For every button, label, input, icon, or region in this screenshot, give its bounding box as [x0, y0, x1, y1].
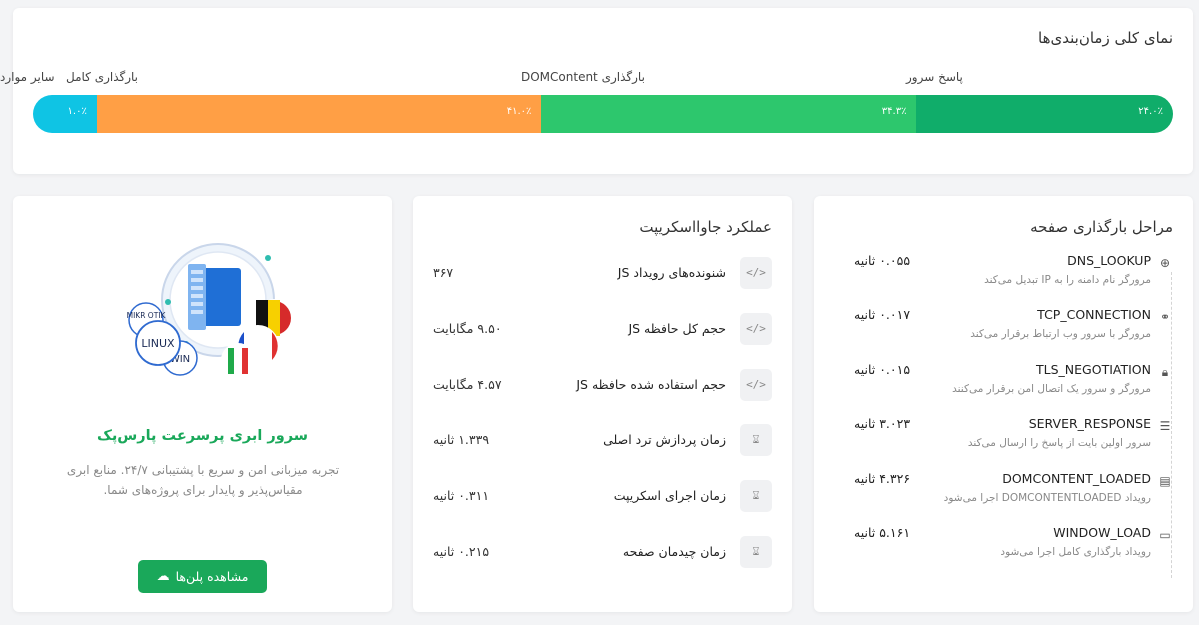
segment-label-full-load: بارگذاری کامل: [66, 70, 139, 84]
hourglass-icon: ⌛︎: [740, 424, 772, 457]
stage-row: ▭ WINDOW_LOAD رویداد بارگذاری کامل اجرا می…: [834, 524, 1173, 568]
hourglass-icon: ⌛︎: [740, 480, 772, 513]
timing-stacked-bar: ۱.۰٪ ۴۱.۰٪ ۳۴.۳٪ ۲۴.۰٪: [33, 95, 1173, 133]
js-metric-label: زمان اجرای اسکریپت: [613, 488, 726, 504]
js-metric-row: </> حجم استفاده شده حافظه JS ۴.۵۷ مگابایت: [433, 368, 772, 401]
stage-value: ۵.۱۶۱ ثانیه: [854, 525, 911, 540]
bar-segment-domcontent: ۳۴.۳٪: [541, 95, 917, 133]
stage-name: SERVER_RESPONSE: [1028, 416, 1151, 432]
stage-row: 🔒︎ TLS_NEGOTIATION مرورگر و سرور یک اتصال …: [834, 361, 1173, 405]
window-icon: ▭: [1159, 528, 1171, 542]
segment-label-server-response: پاسخ سرور: [906, 70, 963, 84]
js-metric-value: ۱.۳۳۹ ثانیه: [433, 432, 490, 448]
segment-label-other: سایر موارد: [0, 70, 55, 84]
stage-description: سرور اولین بایت از پاسخ را ارسال می‌کند: [967, 437, 1151, 450]
js-performance-card: عملکرد جاوااسکریپت </> شنونده‌های رویداد …: [413, 196, 792, 612]
bar-segment-percent: ۳۴.۳٪: [881, 106, 907, 117]
js-metric-label: زمان چیدمان صفحه: [622, 544, 726, 559]
bar-segment-server-response: ۲۴.۰٪: [916, 95, 1173, 133]
stage-row: ☰ SERVER_RESPONSE سرور اولین بایت از پاسخ …: [834, 415, 1173, 459]
bar-segment-full-load: ۴۱.۰٪: [96, 95, 542, 133]
js-metric-row: </> شنونده‌های رویداد JS ۳۶۷: [433, 257, 772, 289]
stage-description: رویداد DOMCONTENTLOADED اجرا می‌شود: [943, 491, 1151, 504]
bar-segment-percent: ۱.۰٪: [67, 106, 87, 117]
js-metric-row: </> حجم کل حافظه JS ۹.۵۰ مگابایت: [433, 312, 772, 345]
stage-description: مرورگر نام دامنه را به IP تبدیل می‌کند: [984, 274, 1151, 286]
stage-description: مرورگر و سرور یک اتصال امن برقرار می‌کنن…: [952, 382, 1151, 395]
timing-overview-title: نمای کلی زمان‌بندی‌ها: [1038, 29, 1173, 47]
js-metric-label: حجم استفاده شده حافظه JS: [576, 376, 726, 392]
lock-icon: 🔒︎: [1161, 364, 1169, 379]
stages-title: مراحل بارگذاری صفحه: [1030, 218, 1173, 236]
stage-value: ۰.۰۵۵ ثانیه: [854, 253, 911, 268]
mikrotik-label: MIKR OTIK: [127, 311, 167, 320]
js-metric-value: ۳۶۷: [433, 265, 454, 280]
stage-name: DNS_LOOKUP: [1067, 253, 1151, 268]
js-metric-value: ۰.۲۱۵ ثانیه: [433, 544, 490, 559]
js-metric-value: ۴.۵۷ مگابایت: [433, 376, 502, 392]
stage-row: ▤ DOMCONTENT_LOADED رویداد DOMCONTENTLOADE…: [834, 470, 1173, 514]
stage-name: TCP_CONNECTION: [1037, 307, 1151, 323]
promo-card: MIKR OTIK WIN LINUX سرور ابری پرسرعت پار…: [13, 196, 392, 612]
stage-value: ۳.۰۲۳ ثانیه: [854, 416, 911, 432]
js-metric-value: ۰.۳۱۱ ثانیه: [433, 488, 490, 504]
js-metric-label: حجم کل حافظه JS: [628, 320, 726, 336]
page-load-stages-card: مراحل بارگذاری صفحه ⊕ DNS_LOOKUP مرورگر نا…: [814, 196, 1193, 612]
stage-description: رویداد بارگذاری کامل اجرا می‌شود: [1000, 546, 1151, 558]
cloud-icon: ☁︎: [156, 569, 170, 584]
stage-name: TLS_NEGOTIATION: [1036, 361, 1151, 377]
globe-icon: ⊕: [1159, 256, 1171, 270]
code-icon: </>: [740, 368, 772, 401]
linux-label: LINUX: [141, 337, 175, 350]
stage-name: WINDOW_LOAD: [1053, 525, 1151, 540]
bar-segment-other: ۱.۰٪: [33, 95, 97, 133]
js-title: عملکرد جاوااسکریپت: [639, 218, 772, 236]
stage-name: DOMCONTENT_LOADED: [1002, 470, 1151, 486]
js-metric-row: ⌛︎ زمان چیدمان صفحه ۰.۲۱۵ ثانیه: [433, 536, 772, 568]
cloud-server-illustration: MIKR OTIK WIN LINUX: [127, 243, 293, 377]
js-metric-value: ۹.۵۰ مگابایت: [433, 320, 502, 336]
hourglass-icon: ⌛︎: [740, 536, 772, 568]
code-icon: </>: [740, 257, 772, 289]
bar-segment-percent: ۲۴.۰٪: [1138, 106, 1163, 117]
stage-row: ⊕ DNS_LOOKUP مرورگر نام دامنه را به IP تبد…: [834, 252, 1173, 296]
stage-value: ۰.۰۱۵ ثانیه: [854, 361, 911, 377]
code-icon: </>: [740, 312, 772, 345]
stage-value: ۴.۳۲۶ ثانیه: [854, 470, 911, 486]
document-icon: ▤: [1159, 473, 1171, 488]
js-metric-row: ⌛︎ زمان پردازش ترد اصلی ۱.۳۳۹ ثانیه: [433, 424, 772, 457]
js-metric-label: زمان پردازش ترد اصلی: [603, 432, 726, 448]
link-icon: ⚭: [1159, 310, 1171, 325]
timing-overview-card: نمای کلی زمان‌بندی‌ها سایر موارد بارگذار…: [0, 8, 1193, 174]
stage-description: مرورگر با سرور وب ارتباط برقرار می‌کند: [970, 328, 1151, 341]
bar-segment-percent: ۴۱.۰٪: [506, 106, 532, 117]
js-metric-label: شنونده‌های رویداد JS: [617, 265, 726, 280]
promo-description: تجربه میزبانی امن و سریع با پشتیبانی ۲۴/…: [66, 463, 340, 497]
stage-row: ⚭ TCP_CONNECTION مرورگر با سرور وب ارتباط …: [834, 306, 1173, 350]
promo-title: سرور ابری پرسرعت پارس‌پک: [96, 428, 309, 444]
js-metric-row: ⌛︎ زمان اجرای اسکریپت ۰.۳۱۱ ثانیه: [433, 480, 772, 513]
segment-label-domcontent: بارگذاری DOMContent: [521, 70, 645, 84]
view-plans-label: مشاهده پلن‌ها: [175, 569, 249, 584]
server-icon: ☰: [1159, 419, 1171, 434]
stage-value: ۰.۰۱۷ ثانیه: [854, 307, 911, 323]
view-plans-button[interactable]: مشاهده پلن‌ها ☁︎: [138, 560, 267, 593]
